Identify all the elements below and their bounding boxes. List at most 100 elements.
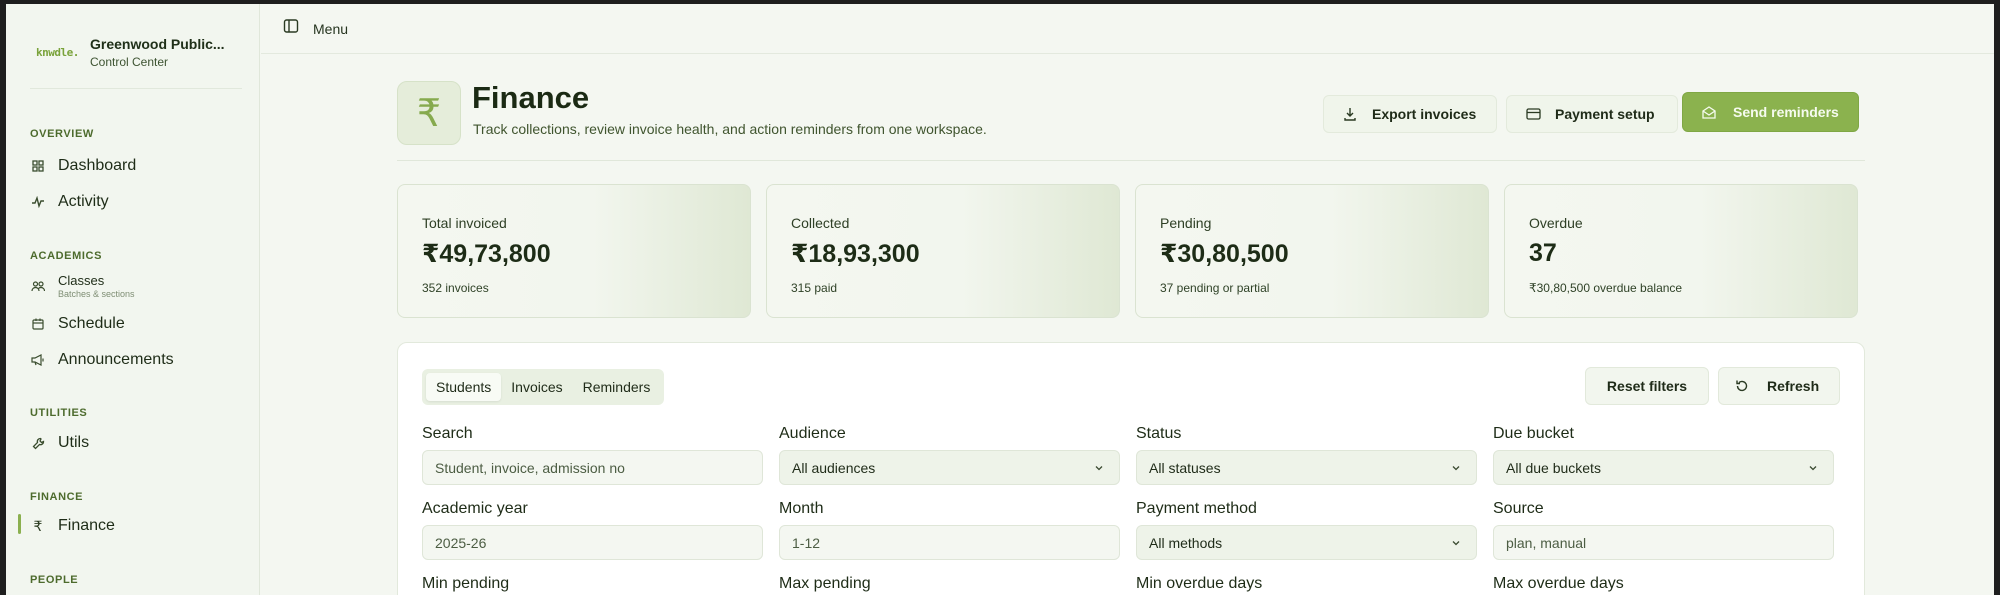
download-icon — [1342, 106, 1358, 122]
org-name: Greenwood Public... — [90, 36, 225, 52]
sidebar-item-activity[interactable]: Activity — [30, 193, 109, 211]
menu-label: Menu — [313, 20, 349, 37]
active-indicator — [18, 514, 21, 534]
month-label: Month — [779, 500, 824, 517]
payment-method-label: Payment method — [1136, 500, 1257, 517]
stat-value: ₹49,73,800 — [422, 240, 551, 268]
sidebar-item-label: Finance — [58, 517, 115, 534]
filters-panel: Students Invoices Reminders Reset filter… — [397, 342, 1865, 595]
page-title: Finance — [472, 80, 590, 115]
sidebar-item-sublabel: Batches & sections — [58, 289, 135, 299]
due-bucket-label: Due bucket — [1493, 425, 1574, 442]
tab-students[interactable]: Students — [426, 373, 502, 401]
org-subtitle: Control Center — [90, 55, 169, 69]
sidebar-item-utils[interactable]: Utils — [30, 434, 89, 452]
export-invoices-button[interactable]: Export invoices — [1323, 95, 1497, 133]
finance-title-icon: ₹ — [397, 81, 461, 145]
tab-reminders[interactable]: Reminders — [573, 373, 661, 401]
stat-label: Pending — [1160, 215, 1212, 231]
sidebar-item-label: Announcements — [58, 351, 174, 368]
search-input[interactable]: Student, invoice, admission no — [422, 450, 763, 485]
payment-setup-button[interactable]: Payment setup — [1506, 95, 1678, 133]
grid-icon — [30, 158, 46, 174]
reset-filters-button[interactable]: Reset filters — [1585, 367, 1709, 405]
stat-sub: 315 paid — [791, 281, 838, 295]
source-label: Source — [1493, 500, 1544, 517]
refresh-label: Refresh — [1767, 378, 1820, 394]
stat-card-overdue: Overdue 37 ₹30,80,500 overdue balance — [1504, 184, 1858, 318]
academic-year-label: Academic year — [422, 500, 528, 517]
source-input[interactable]: plan, manual — [1493, 525, 1834, 560]
chevron-down-icon — [1809, 466, 1817, 471]
tab-invoices[interactable]: Invoices — [501, 373, 572, 401]
stat-sub: 37 pending or partial — [1160, 281, 1270, 295]
min-overdue-days-label: Min overdue days — [1136, 575, 1263, 592]
chevron-down-icon — [1095, 466, 1103, 471]
sidebar-item-label: Schedule — [58, 315, 125, 332]
sidebar-item-dashboard[interactable]: Dashboard — [30, 157, 136, 175]
stat-label: Collected — [791, 215, 850, 231]
export-invoices-label: Export invoices — [1372, 106, 1477, 122]
menu-toggle-button[interactable]: Menu — [283, 18, 348, 39]
topbar: Menu — [261, 4, 1994, 54]
sidebar-item-label: Classes — [58, 273, 105, 288]
view-tabs: Students Invoices Reminders — [422, 369, 665, 405]
due-bucket-select[interactable]: All due buckets — [1493, 450, 1834, 485]
sidebar-item-schedule[interactable]: Schedule — [30, 315, 125, 333]
month-input[interactable]: 1-12 — [779, 525, 1120, 560]
sidebar-item-label: Utils — [58, 434, 90, 451]
wrench-icon — [30, 435, 46, 451]
divider — [30, 88, 242, 89]
mail-open-icon — [1701, 104, 1717, 120]
min-pending-label: Min pending — [422, 575, 510, 592]
stat-label: Overdue — [1529, 215, 1583, 231]
divider — [397, 160, 1865, 161]
sidebar-item-label: Activity — [58, 193, 109, 210]
app-window: knwdle. Greenwood Public... Control Cent… — [6, 4, 1994, 595]
status-select[interactable]: All statuses — [1136, 450, 1477, 485]
academic-year-input[interactable]: 2025-26 — [422, 525, 763, 560]
brand-logo: knwdle. — [36, 46, 79, 59]
credit-card-icon — [1525, 106, 1541, 122]
audience-select[interactable]: All audiences — [779, 450, 1120, 485]
activity-icon — [30, 194, 46, 210]
stat-card-pending: Pending ₹30,80,500 37 pending or partial — [1135, 184, 1489, 318]
payment-method-value: All methods — [1149, 534, 1223, 551]
refresh-icon — [1735, 379, 1749, 393]
payment-method-select[interactable]: All methods — [1136, 525, 1477, 560]
sidebar-item-announcements[interactable]: Announcements — [30, 351, 174, 369]
section-label-utilities: UTILITIES — [30, 407, 88, 419]
calendar-icon — [30, 316, 46, 332]
audience-label: Audience — [779, 425, 846, 442]
section-label-people: PEOPLE — [30, 574, 79, 586]
status-value: All statuses — [1149, 459, 1221, 476]
audience-value: All audiences — [792, 459, 876, 476]
chevron-down-icon — [1452, 466, 1460, 471]
sidebar-item-classes[interactable]: Classes Batches & sections — [30, 273, 135, 299]
stat-sub: ₹30,80,500 overdue balance — [1529, 281, 1683, 295]
stat-card-collected: Collected ₹18,93,300 315 paid — [766, 184, 1120, 318]
max-overdue-days-label: Max overdue days — [1493, 575, 1624, 592]
section-label-academics: ACADEMICS — [30, 250, 103, 262]
payment-setup-label: Payment setup — [1555, 106, 1655, 122]
refresh-button[interactable]: Refresh — [1718, 367, 1840, 405]
due-bucket-value: All due buckets — [1506, 459, 1601, 476]
sidebar-item-finance[interactable]: ₹ Finance — [30, 517, 115, 535]
stat-value: ₹30,80,500 — [1160, 240, 1289, 268]
send-reminders-label: Send reminders — [1733, 104, 1839, 120]
brand[interactable]: knwdle. Greenwood Public... Control Cent… — [36, 36, 225, 69]
max-pending-label: Max pending — [779, 575, 871, 592]
search-label: Search — [422, 425, 473, 442]
users-icon — [30, 278, 46, 294]
stat-sub: 352 invoices — [422, 281, 489, 295]
stat-card-total-invoiced: Total invoiced ₹49,73,800 352 invoices — [397, 184, 751, 318]
send-reminders-button[interactable]: Send reminders — [1682, 92, 1859, 132]
sidebar-toggle-icon — [283, 18, 299, 39]
rupee-icon: ₹ — [33, 517, 43, 534]
sidebar-item-label: Dashboard — [58, 157, 137, 174]
sidebar: knwdle. Greenwood Public... Control Cent… — [6, 4, 260, 595]
page-subtitle: Track collections, review invoice health… — [473, 121, 987, 137]
stat-value: 37 — [1529, 239, 1557, 267]
megaphone-icon — [30, 352, 46, 368]
section-label-finance: FINANCE — [30, 491, 84, 503]
